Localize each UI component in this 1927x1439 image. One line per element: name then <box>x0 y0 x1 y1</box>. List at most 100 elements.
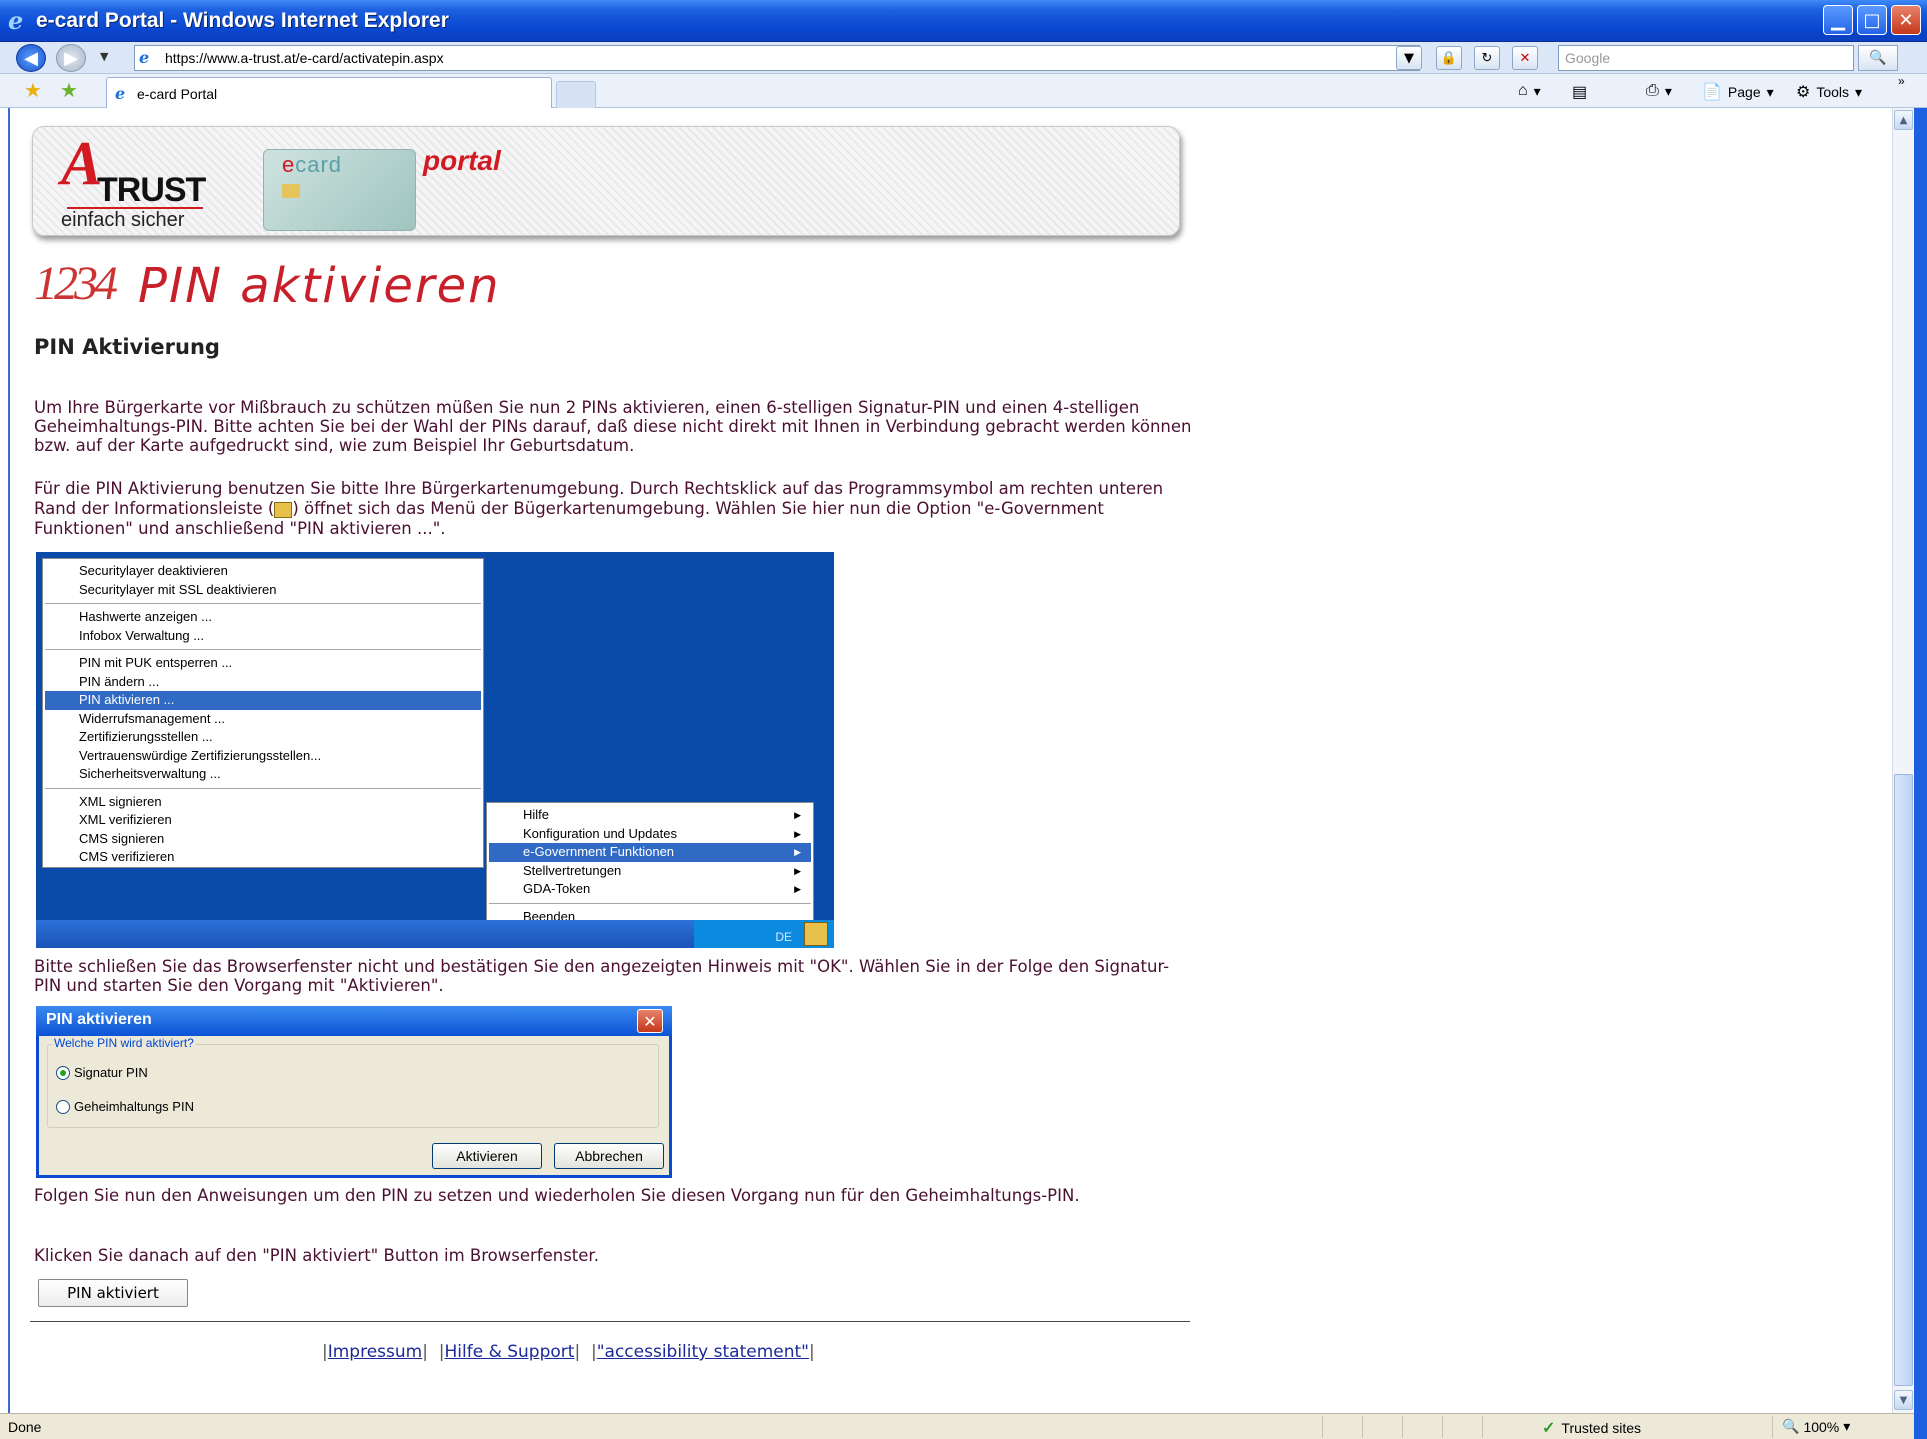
history-dropdown-icon[interactable]: ▼ <box>100 50 108 63</box>
chevron-more-icon[interactable]: » <box>1898 74 1905 88</box>
ecard-e: e <box>282 152 296 177</box>
add-favorites-icon[interactable]: ★ <box>60 78 78 102</box>
context-menu-item: Vertrauenswürdige Zertifizierungsstellen… <box>79 747 322 763</box>
close-button[interactable]: ✕ <box>1891 5 1921 35</box>
buergerkarte-tray-icon <box>804 922 828 946</box>
navigation-bar: ◀ ▶ ▼ e https://www.a-trust.at/e-card/ac… <box>0 42 1927 74</box>
dialog-activate-button: Aktivieren <box>432 1143 542 1169</box>
home-icon: ⌂ <box>1518 82 1528 99</box>
submenu-item-label: Stellvertretungen <box>523 862 622 878</box>
address-dropdown-button[interactable]: ▼ <box>1396 46 1422 70</box>
stop-button[interactable]: ✕ <box>1512 46 1538 70</box>
instructions-paragraph: Für die PIN Aktivierung benutzen Sie bit… <box>34 479 1194 539</box>
context-menu-item: CMS signieren <box>79 830 165 846</box>
security-zone[interactable]: ✓ Trusted sites <box>1542 1418 1641 1438</box>
status-bar: Done ✓ Trusted sites 🔍 100% ▾ <box>0 1413 1914 1439</box>
submenu-item: Stellvertretungen ▶ <box>489 862 811 881</box>
context-menu-item: PIN mit PUK entsperren ... <box>79 655 233 670</box>
tab-bar: ★ ★ e e-card Portal ⌂ ▾ ▤ ⎙ ▾ 📄 Page ▾ ⚙ Tool… <box>0 74 1927 108</box>
radio-geheimhaltung: Geheimhaltungs PIN <box>56 1099 194 1114</box>
pipe: | | <box>574 1342 597 1362</box>
page-content: A TRUST einfach sicher ecard portal 1234… <box>8 108 1892 1413</box>
search-button[interactable]: 🔍 <box>1858 45 1898 71</box>
status-pane <box>1402 1416 1403 1438</box>
tab-ie-icon: e <box>115 84 126 103</box>
submenu-item-label: GDA-Token <box>523 881 591 896</box>
scroll-down-icon[interactable]: ▼ <box>1894 1390 1913 1410</box>
zoom-icon: 🔍 <box>1782 1418 1800 1434</box>
scrollbar-thumb[interactable] <box>1894 774 1913 1386</box>
maximize-button[interactable]: □ <box>1857 5 1887 35</box>
pin-activated-button[interactable]: PIN aktiviert <box>38 1279 188 1307</box>
divider <box>30 1321 1190 1322</box>
ecard-image: ecard <box>263 149 416 231</box>
logo-trust-text: TRUST <box>97 171 206 209</box>
tab-ecard-portal[interactable]: e e-card Portal <box>106 77 552 108</box>
vertical-scrollbar[interactable]: ▲ ▼ <box>1892 108 1914 1413</box>
zoom-control[interactable]: 🔍 100% ▾ <box>1782 1418 1850 1435</box>
confirm-paragraph: Bitte schließen Sie das Browserfenster n… <box>34 957 1170 995</box>
context-menu-item: XML verifizieren <box>79 812 172 827</box>
back-button[interactable]: ◀ <box>16 44 46 72</box>
tray-symbol-icon <box>274 501 293 518</box>
follow-paragraph: Folgen Sie nun den Anweisungen um den PI… <box>34 1186 1080 1205</box>
print-button[interactable]: ⎙ ▾ <box>1646 82 1672 100</box>
forward-button[interactable]: ▶ <box>56 44 86 72</box>
help-support-link[interactable]: Hilfe & Support <box>445 1342 575 1362</box>
tools-menu-label: Tools <box>1816 84 1850 100</box>
zoom-level: 100% <box>1803 1418 1840 1435</box>
context-menu-item: CMS verifizieren <box>79 849 175 864</box>
submenu-item-label: Konfiguration und Updates <box>523 825 677 841</box>
status-pane <box>1322 1416 1323 1438</box>
ecard-label: ecard <box>282 152 342 178</box>
search-input[interactable]: Google <box>1558 45 1854 71</box>
checkmark-icon: ✓ <box>1542 1420 1556 1437</box>
radio-geheimhaltung-label: Geheimhaltungs PIN <box>74 1099 194 1114</box>
page-icon: e <box>139 48 150 67</box>
context-menu-item: Securitylayer mit SSL deaktivieren <box>79 581 277 597</box>
menu-separator <box>489 902 811 904</box>
submenu-arrow-icon: ▶ <box>794 847 801 857</box>
tools-menu[interactable]: ⚙ Tools ▾ <box>1796 82 1862 102</box>
context-menu-item: Widerrufsmanagement ... <box>79 710 225 726</box>
feeds-button[interactable]: ▤ <box>1572 82 1587 102</box>
portal-label: portal <box>423 145 501 176</box>
refresh-button[interactable]: ↻ <box>1474 46 1500 70</box>
pipe: | | <box>422 1342 445 1362</box>
context-menu-item: PIN ändern ... <box>79 673 160 689</box>
dialog-cancel-button: Abbrechen <box>554 1143 664 1169</box>
scroll-up-icon[interactable]: ▲ <box>1894 110 1913 130</box>
context-menu-item: XML signieren <box>79 793 162 809</box>
pin-choice-legend: Welche PIN wird aktiviert? <box>52 1036 196 1050</box>
address-bar[interactable]: e https://www.a-trust.at/e-card/activate… <box>134 45 1420 71</box>
lock-icon[interactable]: 🔒 <box>1436 46 1462 70</box>
context-menu-item: Hashwerte anzeigen ... <box>79 609 212 624</box>
context-menu-item: Zertifizierungsstellen ... <box>79 729 213 744</box>
context-menu-item: Infobox Verwaltung ... <box>79 627 205 643</box>
new-tab-button[interactable] <box>556 81 596 108</box>
print-icon: ⎙ <box>1646 82 1659 99</box>
menu-separator <box>45 787 481 789</box>
radio-signatur-label: Signatur PIN <box>74 1065 148 1080</box>
intro-paragraph: Um Ihre Bürgerkarte vor Mißbrauch zu sch… <box>34 398 1192 455</box>
home-button[interactable]: ⌂ ▾ <box>1518 82 1541 100</box>
zone-label: Trusted sites <box>1561 1420 1642 1436</box>
context-menu: Securitylayer deaktivieren Securitylayer … <box>42 558 484 868</box>
submenu-item-label: Hilfe <box>523 807 550 822</box>
favorites-star-icon[interactable]: ★ <box>24 78 42 102</box>
radio-off-icon <box>56 1099 70 1114</box>
logo-tagline: einfach sicher <box>61 209 185 231</box>
page-menu[interactable]: 📄 Page ▾ <box>1702 82 1774 102</box>
minimize-button[interactable]: ▁ <box>1823 5 1853 35</box>
accessibility-link[interactable]: "accessibility statement" <box>597 1342 809 1362</box>
click-paragraph: Klicken Sie danach auf den "PIN aktivier… <box>34 1246 599 1265</box>
menu-separator <box>45 649 481 650</box>
status-pane <box>1442 1416 1443 1438</box>
menu-separator <box>45 603 481 604</box>
section-heading: PIN Aktivierung <box>34 335 220 359</box>
context-menu-item: Sicherheitsverwaltung ... <box>79 766 221 781</box>
page-title: PIN aktivieren <box>138 258 501 314</box>
impressum-link[interactable]: Impressum <box>328 1342 423 1362</box>
submenu-item: GDA-Token ▶ <box>489 880 811 899</box>
dialog-title: PIN aktivieren <box>36 1006 672 1036</box>
